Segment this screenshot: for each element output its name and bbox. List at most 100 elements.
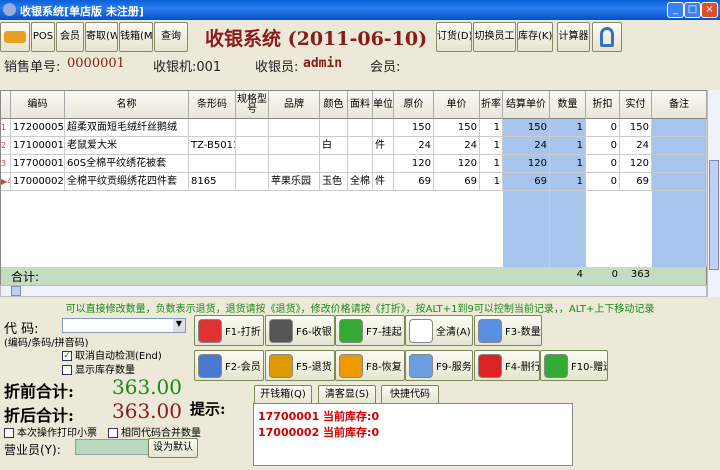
column-header[interactable]: 名称 xyxy=(65,91,189,119)
row-number[interactable]: 1 xyxy=(1,119,11,137)
member-button[interactable]: 会员 xyxy=(56,22,84,52)
cash-drawer-button[interactable]: 钱箱(M) xyxy=(119,22,153,52)
column-header[interactable]: 实付 xyxy=(620,91,652,119)
cell-fabric[interactable] xyxy=(348,155,373,173)
cell-settle[interactable]: 24 xyxy=(503,137,550,155)
column-header[interactable]: 结算单价 xyxy=(503,91,550,119)
cell-rate[interactable]: 1 xyxy=(480,173,503,191)
cell-barcode[interactable]: 8165 xyxy=(189,173,236,191)
cell-price[interactable]: 150 xyxy=(434,119,480,137)
cell-code[interactable]: 17200005 xyxy=(11,119,65,137)
cell-barcode[interactable]: TZ-B5011 xyxy=(189,137,236,155)
restore-button[interactable]: F8-恢复 xyxy=(335,350,405,381)
cell-rate[interactable]: 1 xyxy=(480,137,503,155)
member-button[interactable]: F2-会员 xyxy=(194,350,264,381)
cell-orig[interactable]: 69 xyxy=(394,173,434,191)
pos-button[interactable]: POS xyxy=(31,22,55,52)
close-button[interactable]: × xyxy=(701,2,718,18)
cell-settle[interactable]: 120 xyxy=(503,155,550,173)
cell-settle[interactable]: 150 xyxy=(503,119,550,137)
user-button[interactable] xyxy=(592,22,622,52)
cell-brand[interactable]: 苹果乐园 xyxy=(269,173,320,191)
cell-spec[interactable] xyxy=(236,119,269,137)
cell-code[interactable]: 17000002 xyxy=(11,173,65,191)
cell-price[interactable]: 120 xyxy=(434,155,480,173)
cell-name[interactable]: 超柔双面短毛绒纤丝鹅绒 xyxy=(65,119,189,137)
cell-spec[interactable] xyxy=(236,155,269,173)
cell-orig[interactable]: 120 xyxy=(394,155,434,173)
cell-paid[interactable]: 120 xyxy=(620,155,652,173)
cell-note[interactable] xyxy=(652,173,707,191)
cell-name[interactable]: 全棉平纹贡缎绣花四件套 xyxy=(65,173,189,191)
print-receipt-checkbox[interactable]: 本次操作打印小票 xyxy=(4,424,97,439)
stock-button[interactable]: 库存(K) xyxy=(517,22,553,52)
cell-rate[interactable]: 1 xyxy=(480,155,503,173)
cell-color[interactable] xyxy=(320,155,348,173)
service-button[interactable]: F9-服务 xyxy=(405,350,473,381)
column-header[interactable]: 面料 xyxy=(348,91,373,119)
cell-code[interactable]: 17100001 xyxy=(11,137,65,155)
key-button[interactable] xyxy=(0,22,30,52)
cell-qty[interactable]: 1 xyxy=(550,173,586,191)
auto-detect-checkbox[interactable]: ✓ 取消自动检测(End) xyxy=(62,347,162,362)
cell-unit[interactable]: 件 xyxy=(373,173,394,191)
cell-paid[interactable]: 69 xyxy=(620,173,652,191)
column-header[interactable]: 规格型号 xyxy=(236,91,269,119)
column-header[interactable]: 单位 xyxy=(373,91,394,119)
cell-fabric[interactable] xyxy=(348,119,373,137)
chevron-down-icon[interactable]: ▼ xyxy=(173,319,185,332)
cell-unit[interactable] xyxy=(373,155,394,173)
maximize-button[interactable]: □ xyxy=(684,2,701,18)
return-button[interactable]: F5-退货 xyxy=(265,350,335,381)
cell-barcode[interactable] xyxy=(189,155,236,173)
cell-disc[interactable]: 0 xyxy=(586,137,620,155)
cell-rate[interactable]: 1 xyxy=(480,119,503,137)
cell-color[interactable] xyxy=(320,119,348,137)
show-stock-checkbox[interactable]: 显示库存数量 xyxy=(62,361,135,376)
set-default-button[interactable]: 设为默认 xyxy=(148,438,198,458)
query-button[interactable]: 查询 xyxy=(154,22,188,52)
delete-row-button[interactable]: F4-删行 xyxy=(474,350,540,381)
cell-disc[interactable]: 0 xyxy=(586,173,620,191)
cell-paid[interactable]: 150 xyxy=(620,119,652,137)
cell-orig[interactable]: 24 xyxy=(394,137,434,155)
cell-orig[interactable]: 150 xyxy=(394,119,434,137)
sales-grid[interactable]: 编码 名称 条形码 规格型号 品牌 颜色 面料 单位 原价 单价 折率 结算单价 数量 折扣 实付 备注 1 17… xyxy=(0,90,707,285)
cell-brand[interactable] xyxy=(269,155,320,173)
column-header[interactable]: 编码 xyxy=(11,91,65,119)
shortcut-code-button[interactable]: 快捷代码 xyxy=(381,385,439,405)
cell-barcode[interactable] xyxy=(189,119,236,137)
column-header[interactable]: 折率 xyxy=(480,91,503,119)
row-number[interactable]: ▶4 xyxy=(1,173,11,191)
cell-unit[interactable] xyxy=(373,119,394,137)
cell-name[interactable]: 60S全棉平纹绣花被套 xyxy=(65,155,189,173)
row-number[interactable]: 2 xyxy=(1,137,11,155)
quantity-button[interactable]: F3-数量 xyxy=(474,315,542,346)
clear-display-button[interactable]: 清客显(S) xyxy=(318,385,376,405)
cell-spec[interactable] xyxy=(236,137,269,155)
discount-button[interactable]: F1-打折 xyxy=(194,315,264,346)
column-header[interactable]: 备注 xyxy=(652,91,707,119)
column-header[interactable]: 单价 xyxy=(434,91,480,119)
cell-fabric[interactable]: 全棉 xyxy=(348,173,373,191)
calculator-button[interactable]: 计算器 xyxy=(557,22,590,52)
cell-code[interactable]: 17700001 xyxy=(11,155,65,173)
salesman-input[interactable] xyxy=(75,439,150,455)
code-input[interactable]: ▼ xyxy=(62,318,186,333)
clear-all-button[interactable]: 全清(A) xyxy=(405,315,473,346)
column-header[interactable]: 条形码 xyxy=(189,91,236,119)
cell-color[interactable]: 白 xyxy=(320,137,348,155)
hold-button[interactable]: F7-挂起 xyxy=(335,315,405,346)
cell-spec[interactable] xyxy=(236,173,269,191)
cell-qty[interactable]: 1 xyxy=(550,137,586,155)
horizontal-scrollbar[interactable] xyxy=(0,285,707,297)
checkout-button[interactable]: F6-收银 xyxy=(265,315,335,346)
cell-qty[interactable]: 1 xyxy=(550,155,586,173)
row-number[interactable]: 3 xyxy=(1,155,11,173)
cell-price[interactable]: 24 xyxy=(434,137,480,155)
column-header[interactable]: 折扣 xyxy=(586,91,620,119)
cell-note[interactable] xyxy=(652,137,707,155)
cell-brand[interactable] xyxy=(269,137,320,155)
cell-fabric[interactable] xyxy=(348,137,373,155)
cell-brand[interactable] xyxy=(269,119,320,137)
